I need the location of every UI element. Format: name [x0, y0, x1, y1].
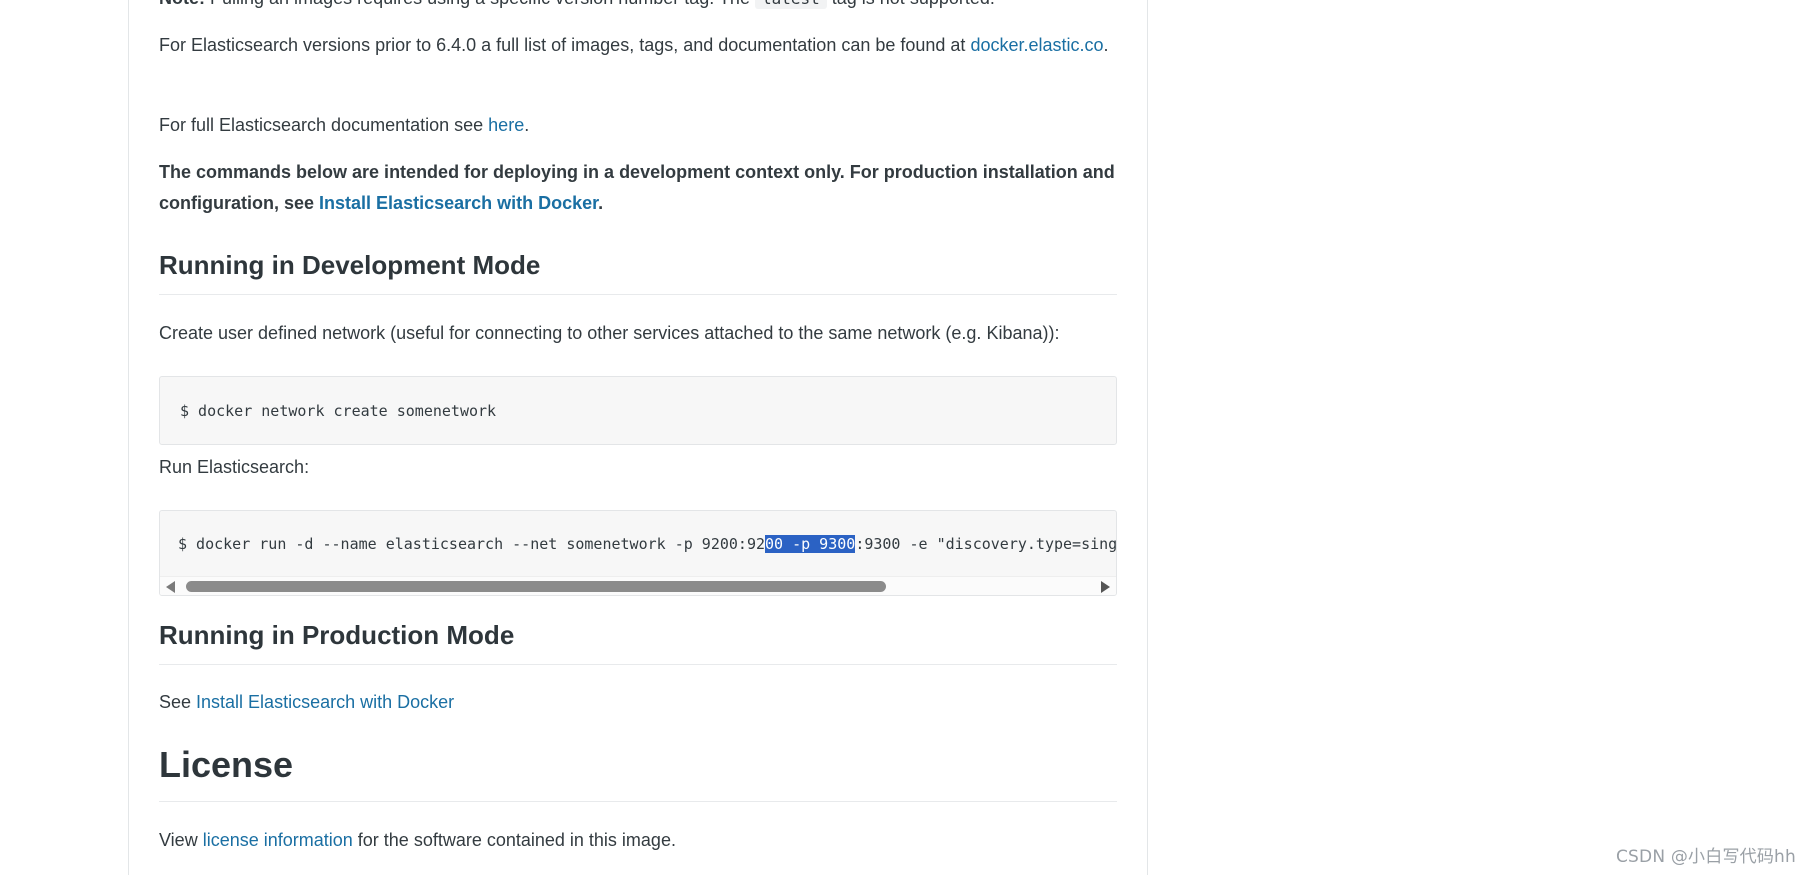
- license-text-before: View: [159, 830, 203, 850]
- scroll-thumb[interactable]: [186, 581, 886, 592]
- scroll-left-icon[interactable]: [166, 581, 175, 593]
- prod-mode-paragraph: See Install Elasticsearch with Docker: [159, 687, 1117, 718]
- note-text-before: Pulling an images requires using a speci…: [205, 0, 755, 8]
- period: .: [598, 193, 604, 213]
- note-paragraph: Note: Pulling an images requires using a…: [159, 0, 1117, 14]
- dev-warning-text: The commands below are intended for depl…: [159, 162, 1115, 213]
- period: .: [524, 115, 530, 135]
- dev-mode-heading: Running in Development Mode: [159, 248, 1117, 295]
- prior-versions-paragraph: For Elasticsearch versions prior to 6.4.…: [159, 30, 1117, 61]
- full-docs-paragraph: For full Elasticsearch documentation see…: [159, 110, 1117, 141]
- here-link[interactable]: here: [488, 115, 524, 135]
- install-docker-prod-link[interactable]: Install Elasticsearch with Docker: [196, 692, 454, 712]
- horizontal-scrollbar[interactable]: [160, 576, 1116, 595]
- content-card: Note: Pulling an images requires using a…: [128, 0, 1148, 875]
- docker-elastic-link[interactable]: docker.elastic.co: [970, 35, 1103, 55]
- scroll-right-icon[interactable]: [1101, 581, 1110, 593]
- period: .: [1103, 35, 1109, 55]
- license-text-after: for the software contained in this image…: [352, 830, 676, 850]
- license-information-link[interactable]: license information: [203, 830, 353, 850]
- page: Note: Pulling an images requires using a…: [0, 0, 1806, 875]
- latest-tag-code: latest: [754, 0, 827, 9]
- note-text-after: tag is not supported.: [827, 0, 995, 8]
- run-command-block[interactable]: $ docker run -d --name elasticsearch --n…: [159, 510, 1117, 596]
- run-cmd-after: :9300 -e "discovery.type=single-node" el…: [855, 535, 1117, 553]
- csdn-watermark: CSDN @小白写代码hh: [1615, 847, 1796, 867]
- license-paragraph: View license information for the softwar…: [159, 825, 1117, 856]
- dev-warning-paragraph: The commands below are intended for depl…: [159, 157, 1117, 219]
- run-text: Run Elasticsearch:: [159, 457, 310, 477]
- run-cmd-before: $ docker run -d --name elasticsearch --n…: [178, 535, 765, 553]
- license-heading: License: [159, 743, 1117, 802]
- prior-versions-text: For Elasticsearch versions prior to 6.4.…: [159, 35, 971, 55]
- run-command-line: $ docker run -d --name elasticsearch --n…: [178, 533, 1117, 555]
- text-selection: 00 -p 9300: [765, 535, 856, 553]
- network-text: Create user defined network (useful for …: [159, 323, 1060, 343]
- prod-mode-text: See: [159, 692, 197, 712]
- full-docs-text: For full Elasticsearch documentation see: [159, 115, 489, 135]
- prod-mode-heading: Running in Production Mode: [159, 618, 1117, 665]
- network-command-block[interactable]: $ docker network create somenetwork: [159, 376, 1117, 445]
- article-content: Note: Pulling an images requires using a…: [159, 0, 1117, 850]
- install-docker-link[interactable]: Install Elasticsearch with Docker: [319, 193, 598, 213]
- note-label: Note:: [159, 0, 205, 8]
